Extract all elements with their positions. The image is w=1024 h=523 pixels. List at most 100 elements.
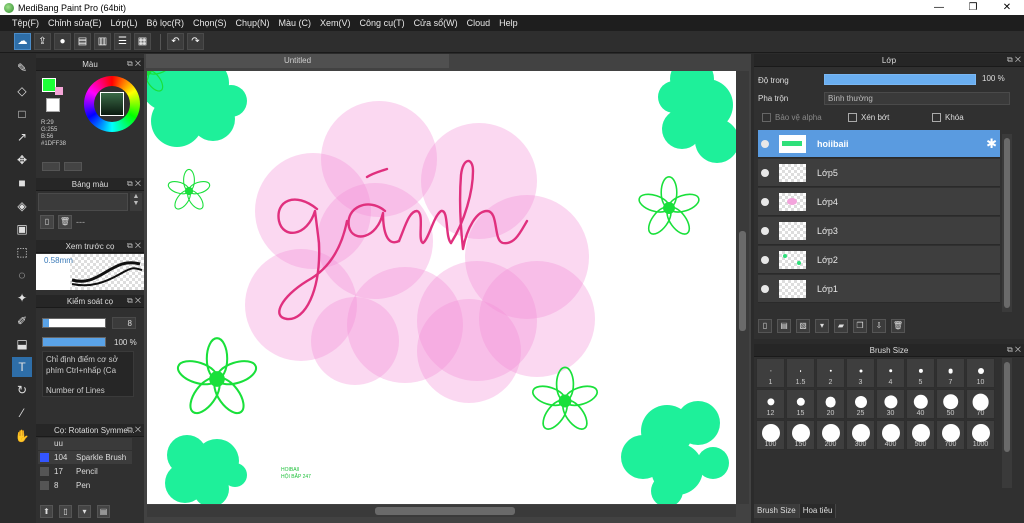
layer-row[interactable]: Lớp5 [758, 159, 1000, 187]
new-brush-icon[interactable]: ▯ [59, 505, 72, 518]
brush-list-item[interactable]: 104 Sparkle Brush [38, 451, 132, 464]
color-wheel[interactable] [84, 76, 140, 132]
marquee-tool-icon[interactable]: ⬚ [12, 242, 32, 262]
vertical-scroll-thumb[interactable] [739, 231, 746, 331]
visibility-eye-icon[interactable] [761, 284, 769, 293]
menu-file[interactable]: Tệp(F) [12, 18, 39, 28]
menu-filter[interactable]: Bộ lọc(R) [146, 18, 184, 28]
note-icon[interactable]: ▤ [74, 33, 91, 50]
brush-size-cell[interactable]: 100 [756, 420, 785, 450]
lock-checkbox[interactable]: Khóa [932, 110, 964, 124]
panel-float-icon[interactable]: ⧉ ✕ [127, 425, 141, 435]
select-pen-tool-icon[interactable]: ✐ [12, 311, 32, 331]
menu-cloud[interactable]: Cloud [467, 18, 491, 28]
fill-rect-tool-icon[interactable]: ■ [12, 173, 32, 193]
brush-settings-icon[interactable]: ▾ [78, 505, 91, 518]
visibility-eye-icon[interactable] [761, 226, 769, 235]
new-layer-icon[interactable]: ▯ [758, 319, 772, 333]
brush-size-cell[interactable]: 10 [966, 358, 995, 388]
brush-size-cell[interactable]: 200 [816, 420, 845, 450]
gear-icon[interactable]: ✱ [986, 136, 997, 152]
document-tab[interactable]: Untitled [146, 54, 449, 68]
close-button[interactable]: ✕ [990, 0, 1024, 15]
tab-navigator[interactable]: Hoa tiêu [799, 504, 837, 518]
menu-color[interactable]: Màu (C) [279, 18, 312, 28]
dropper-tool-icon[interactable]: ⁄ [12, 403, 32, 423]
grid-icon[interactable]: ▦ [134, 33, 151, 50]
bucket-tool-icon[interactable]: ◈ [12, 196, 32, 216]
primary-color-swatch[interactable] [42, 78, 56, 92]
brush-list-item[interactable]: 17 Pencil [38, 465, 132, 478]
add-layer-menu-icon[interactable]: ▾ [815, 319, 829, 333]
menu-tools[interactable]: Công cụ(T) [360, 18, 405, 28]
redo-button[interactable]: ↷ [187, 33, 204, 50]
duplicate-layer-icon[interactable]: ❐ [853, 319, 867, 333]
layer-row[interactable]: hoiibaii ✱ [758, 130, 1000, 158]
brush-size-cell[interactable]: 12 [756, 389, 785, 419]
layer-row[interactable]: Lớp1 [758, 275, 1000, 303]
protect-alpha-checkbox[interactable]: Bảo vệ alpha [762, 110, 822, 124]
minimize-button[interactable]: — [922, 0, 956, 15]
brush-size-cell[interactable]: 150 [786, 420, 815, 450]
brush-size-cell[interactable]: 700 [936, 420, 965, 450]
brush-size-cell[interactable]: 1 [756, 358, 785, 388]
color-sv-square[interactable] [100, 92, 124, 116]
brush-size-cell[interactable]: 25 [846, 389, 875, 419]
brush-delete-icon[interactable]: ▤ [97, 505, 110, 518]
brush-size-cell[interactable]: 5 [906, 358, 935, 388]
horizontal-scroll-thumb[interactable] [375, 507, 515, 515]
hand-tool-icon[interactable]: ✋ [12, 426, 32, 446]
color-mode-wheel-button[interactable] [42, 162, 60, 171]
brush-opacity-slider[interactable] [42, 337, 106, 347]
canvas[interactable]: HOIBAII HỘI BẮP 247 [147, 71, 736, 504]
menu-help[interactable]: Help [499, 18, 518, 28]
list-icon[interactable]: ☰ [114, 33, 131, 50]
delete-palette-icon[interactable]: 🗑 [58, 215, 72, 229]
brush-size-cell[interactable]: 3 [846, 358, 875, 388]
transparent-color-swatch[interactable] [55, 87, 63, 95]
panel-float-icon[interactable]: ⧉ ✕ [1007, 55, 1021, 65]
move-tool-icon[interactable]: ✥ [12, 150, 32, 170]
upload-icon[interactable]: ⇪ [34, 33, 51, 50]
brush-size-cell[interactable]: 500 [906, 420, 935, 450]
brush-size-cell[interactable]: 70 [966, 389, 995, 419]
brush-size-cell[interactable]: 7 [936, 358, 965, 388]
panel-float-icon[interactable]: ⧉ ✕ [127, 59, 141, 69]
brush-size-cell[interactable]: 15 [786, 389, 815, 419]
delete-layer-icon[interactable]: 🗑 [891, 319, 905, 333]
cloud-icon[interactable]: ☁ [14, 33, 31, 50]
layer-scroll-thumb[interactable] [1004, 138, 1010, 308]
layer-opacity-slider[interactable] [824, 74, 976, 85]
new-8bit-layer-icon[interactable]: ▧ [796, 319, 810, 333]
palette-scroll-stepper[interactable]: ▲ ▼ [130, 193, 142, 211]
menu-edit[interactable]: Chỉnh sửa(E) [48, 18, 102, 28]
brush-group-header[interactable]: uu [38, 438, 132, 450]
brush-size-cell[interactable]: 30 [876, 389, 905, 419]
layer-row[interactable]: Lớp3 [758, 217, 1000, 245]
layer-list-scrollbar[interactable] [1002, 134, 1012, 312]
add-brush-icon[interactable]: ⬆ [40, 505, 53, 518]
brush-size-scroll-thumb[interactable] [1004, 362, 1010, 452]
comment-icon[interactable]: ● [54, 33, 71, 50]
folder-icon[interactable]: ▰ [834, 319, 848, 333]
brush-size-cell[interactable]: 50 [936, 389, 965, 419]
blend-mode-select[interactable]: Bình thường [824, 92, 1010, 105]
undo-button[interactable]: ↶ [167, 33, 184, 50]
select-tool-icon[interactable]: ↗ [12, 127, 32, 147]
brush-size-cell[interactable]: 1.5 [786, 358, 815, 388]
lasso-tool-icon[interactable]: ◌ [12, 265, 32, 285]
new-halftone-layer-icon[interactable]: ▤ [777, 319, 791, 333]
brush-size-scrollbar[interactable] [1002, 358, 1012, 488]
menu-window[interactable]: Cửa sổ(W) [414, 18, 458, 28]
rectangle-tool-icon[interactable]: □ [12, 104, 32, 124]
panel-float-icon[interactable]: ⧉ ✕ [127, 241, 141, 251]
palette-swatch-area[interactable] [38, 193, 128, 211]
secondary-color-swatch[interactable] [46, 98, 60, 112]
panel-float-icon[interactable]: ⧉ ✕ [127, 296, 141, 306]
menu-select[interactable]: Chọn(S) [193, 18, 227, 28]
panel-float-icon[interactable]: ⧉ ✕ [127, 179, 141, 189]
magic-wand-tool-icon[interactable]: ✦ [12, 288, 32, 308]
brush-tool-icon[interactable]: ✎ [12, 58, 32, 78]
maximize-button[interactable]: ❐ [956, 0, 990, 15]
brush-size-cell[interactable]: 300 [846, 420, 875, 450]
